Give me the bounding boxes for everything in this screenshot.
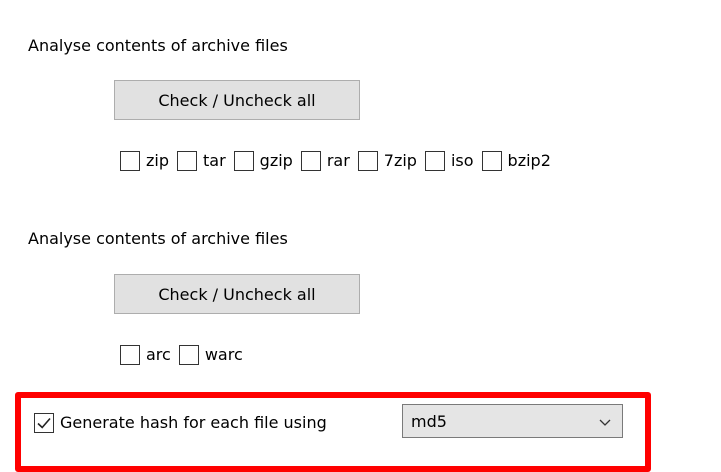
checkbox-box[interactable] <box>178 345 199 365</box>
check-uncheck-all-archives-button[interactable]: Check / Uncheck all <box>114 80 360 120</box>
checkbox-box[interactable] <box>120 151 140 171</box>
checkmark-icon <box>37 417 51 429</box>
checkbox-label: 7zip <box>383 151 417 170</box>
checkbox-box[interactable] <box>357 151 378 171</box>
generate-hash-checkbox[interactable]: Generate hash for each file using <box>34 408 327 438</box>
checkbox-box[interactable] <box>424 151 445 171</box>
checkbox-label: zip <box>146 151 169 170</box>
checkbox-label: bzip2 <box>507 151 551 170</box>
hash-algorithm-select[interactable]: md5 <box>402 404 623 438</box>
checkbox-label: iso <box>450 151 474 170</box>
archive-options-panel: Analyse contents of archive files Check … <box>0 0 721 472</box>
checkbox-arc[interactable]: arc <box>120 345 171 365</box>
checkbox-gzip[interactable]: gzip <box>233 151 293 171</box>
hash-algorithm-value: md5 <box>411 411 447 431</box>
checkbox-box[interactable] <box>34 413 54 433</box>
checkbox-label: gzip <box>259 151 293 170</box>
checkbox-box[interactable] <box>481 151 502 171</box>
checkbox-warc[interactable]: warc <box>178 345 243 365</box>
checkbox-label: warc <box>204 345 243 364</box>
checkbox-bzip2[interactable]: bzip2 <box>481 151 551 171</box>
checkbox-zip[interactable]: zip <box>120 151 169 171</box>
checkbox-box[interactable] <box>120 345 140 365</box>
checkbox-box[interactable] <box>177 151 197 171</box>
web-archive-section-label: Analyse contents of archive files <box>28 229 288 248</box>
generate-hash-label: Generate hash for each file using <box>60 413 327 432</box>
checkbox-tar[interactable]: tar <box>177 151 226 171</box>
checkbox-7zip[interactable]: 7zip <box>357 151 417 171</box>
check-uncheck-all-web-archives-button[interactable]: Check / Uncheck all <box>114 274 360 314</box>
checkbox-box[interactable] <box>233 151 254 171</box>
checkbox-label: rar <box>326 151 350 170</box>
checkbox-iso[interactable]: iso <box>424 151 474 171</box>
checkbox-label: arc <box>146 345 171 364</box>
archive-format-checkboxes: zip tar gzip rar 7zip iso bzip2 <box>120 149 559 173</box>
web-archive-format-checkboxes: arc warc <box>120 343 251 367</box>
checkbox-box[interactable] <box>300 151 321 171</box>
archive-section-label: Analyse contents of archive files <box>28 36 288 55</box>
chevron-down-icon <box>599 419 611 426</box>
checkbox-label: tar <box>203 151 226 170</box>
checkbox-rar[interactable]: rar <box>300 151 350 171</box>
